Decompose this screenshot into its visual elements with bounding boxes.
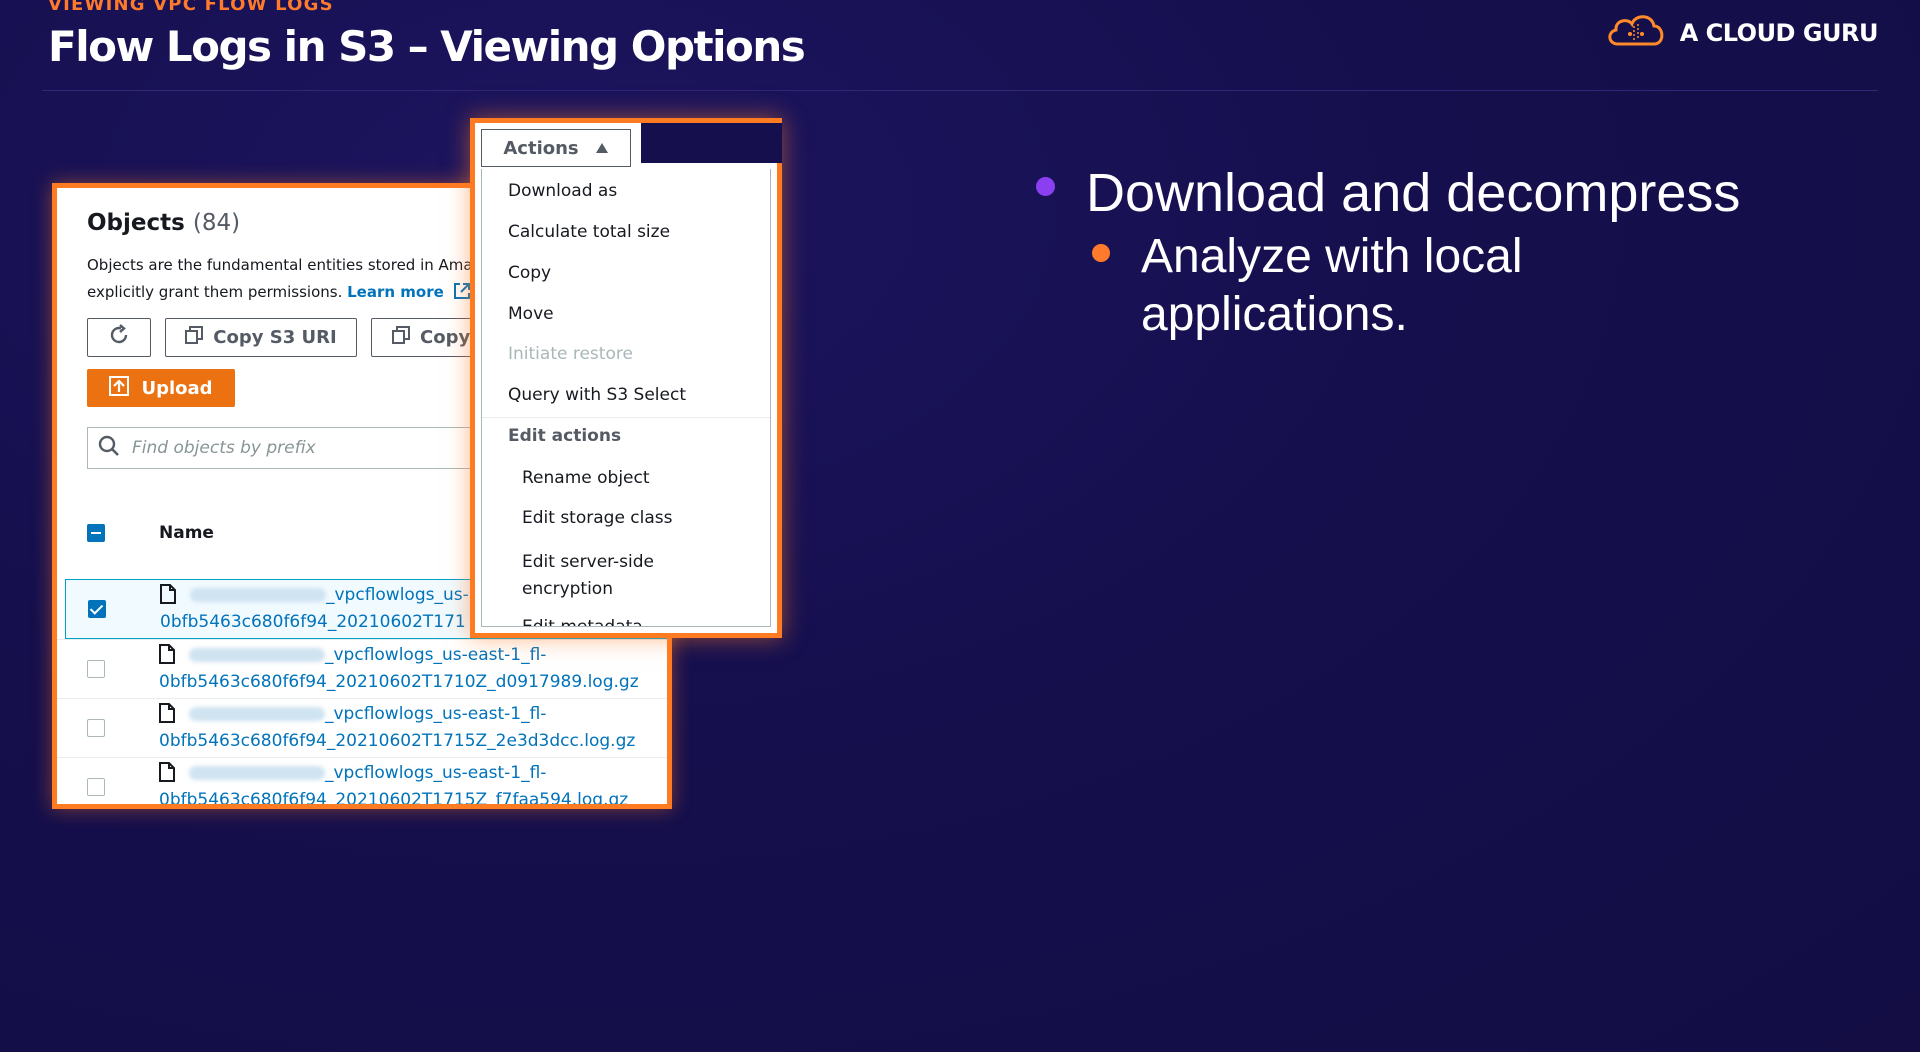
refresh-icon (108, 324, 130, 351)
objects-title-text: Objects (87, 210, 185, 236)
table-row[interactable]: _vpcflowlogs_us-east-1_fl- 0bfb5463c680f… (57, 639, 667, 698)
bullet-main: Download and decompress (1086, 163, 1741, 223)
bullet-sub: Analyze with local applications. (1141, 230, 1523, 341)
object-name-line-1: _vpcflowlogs_us- (326, 585, 469, 605)
object-name-link[interactable]: _vpcflowlogs_us-east-1_fl- 0bfb5463c680f… (159, 701, 659, 755)
row-checkbox[interactable] (88, 600, 106, 618)
search-icon (98, 435, 120, 462)
redacted-account-id (189, 766, 325, 780)
copy-s3-uri-button[interactable]: Copy S3 URI (165, 318, 357, 357)
row-checkbox[interactable] (87, 778, 105, 796)
copy-icon (185, 326, 204, 349)
row-checkbox[interactable] (87, 719, 105, 737)
redacted-account-id (190, 588, 326, 602)
external-link-icon (449, 283, 471, 301)
learn-more-link[interactable]: Learn more (347, 283, 471, 301)
actions-button[interactable]: Actions (481, 129, 631, 167)
menu-item-calculate-total-size[interactable]: Calculate total size (508, 222, 670, 242)
object-name-line-1: _vpcflowlogs_us-east-1_fl- (325, 704, 547, 724)
cloud-logo-icon (1604, 10, 1668, 55)
menu-item-rename-object[interactable]: Rename object (522, 468, 650, 488)
object-name-line-2: 0bfb5463c680f6f94_20210602T1715Z_f7faa59… (159, 790, 629, 809)
menu-item-edit-sse[interactable]: Edit server-side encryption (522, 549, 654, 603)
title-divider (42, 90, 1878, 91)
redacted-account-id (189, 707, 325, 721)
actions-button-label: Actions (503, 137, 579, 159)
menu-item-query-s3-select[interactable]: Query with S3 Select (508, 385, 686, 405)
object-name-line-1: _vpcflowlogs_us-east-1_fl- (325, 645, 547, 665)
copy-icon (392, 326, 410, 349)
bullet-dot-orange (1092, 244, 1110, 262)
row-checkbox[interactable] (87, 660, 105, 678)
menu-notch (641, 123, 782, 163)
slide-kicker: VIEWING VPC FLOW LOGS (48, 0, 334, 15)
caret-up-icon (595, 138, 609, 159)
object-name-line-1: _vpcflowlogs_us-east-1_fl- (325, 763, 547, 783)
menu-item-copy[interactable]: Copy (508, 263, 551, 283)
redacted-account-id (189, 648, 325, 662)
upload-label: Upload (141, 377, 213, 399)
bullet-dot-purple (1036, 177, 1055, 196)
object-name-link[interactable]: _vpcflowlogs_us-east-1_fl- 0bfb5463c680f… (159, 760, 659, 809)
brand-logo: A CLOUD GURU (1604, 10, 1879, 55)
slide-title: Flow Logs in S3 – Viewing Options (48, 22, 806, 71)
brand-text: A CLOUD GURU (1679, 18, 1879, 47)
table-row[interactable]: _vpcflowlogs_us-east-1_fl- 0bfb5463c680f… (57, 757, 667, 809)
description-text: explicitly grant them permissions. (87, 283, 343, 301)
learn-more-label: Learn more (347, 283, 444, 301)
table-row[interactable]: _vpcflowlogs_us-east-1_fl- 0bfb5463c680f… (57, 698, 667, 757)
refresh-button[interactable] (87, 318, 151, 357)
menu-item-initiate-restore: Initiate restore (508, 344, 633, 364)
object-name-link[interactable]: _vpcflowlogs_us-east-1_fl- 0bfb5463c680f… (159, 642, 659, 696)
copy-url-label: Copy (420, 327, 471, 348)
edit-sse-line-2: encryption (522, 579, 613, 599)
edit-sse-line-1: Edit server-side (522, 552, 655, 572)
menu-item-download-as[interactable]: Download as (508, 181, 617, 201)
menu-group-edit-actions: Edit actions (508, 426, 622, 446)
column-header-name: Name (159, 523, 214, 543)
menu-item-edit-storage-class[interactable]: Edit storage class (522, 508, 673, 528)
menu-item-edit-metadata[interactable]: Edit metadata (522, 617, 643, 626)
menu-item-move[interactable]: Move (508, 304, 554, 324)
object-name-line-2: 0bfb5463c680f6f94_20210602T1715Z_2e3d3dc… (159, 731, 636, 751)
actions-menu-list: Download as Calculate total size Copy Mo… (481, 169, 771, 627)
object-name-line-2: 0bfb5463c680f6f94_20210602T1710Z_d091798… (159, 672, 639, 692)
select-all-checkbox[interactable] (87, 524, 105, 542)
search-placeholder: Find objects by prefix (132, 438, 316, 458)
actions-dropdown: Actions Download as Calculate total size… (470, 118, 782, 638)
objects-count: (84) (192, 210, 241, 236)
copy-s3-uri-label: Copy S3 URI (213, 327, 337, 348)
objects-title: Objects (84) (87, 210, 240, 236)
upload-icon (109, 375, 130, 401)
menu-divider (482, 417, 770, 418)
upload-button[interactable]: Upload (87, 369, 235, 407)
